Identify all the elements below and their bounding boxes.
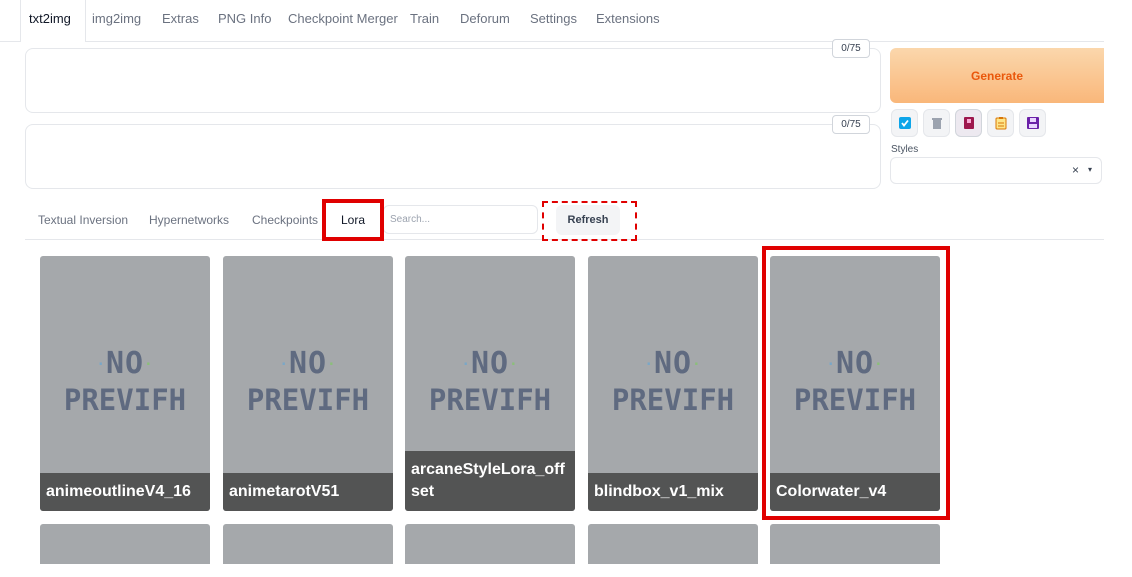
tab-txt2img[interactable]: txt2img — [20, 0, 86, 42]
lora-card[interactable]: ·NO· PREVIFH Colorwater_v4 — [770, 256, 940, 511]
styles-label: Styles — [891, 144, 919, 155]
tab-lora[interactable]: Lora — [341, 203, 365, 239]
lora-card[interactable]: ·NO· PREVIFH animeoutlineV4_16 — [40, 256, 210, 511]
apply-styles-button[interactable] — [987, 109, 1014, 137]
card-name: Colorwater_v4 — [770, 473, 940, 511]
card-name: blindbox_v1_mix — [588, 473, 758, 511]
clear-prompt-button[interactable] — [923, 109, 950, 137]
show-extra-networks-icon — [964, 117, 974, 129]
tab-settings[interactable]: Settings — [530, 0, 577, 41]
tab-hypernetworks[interactable]: Hypernetworks — [149, 203, 229, 239]
tab-train[interactable]: Train — [410, 0, 439, 41]
lora-card[interactable]: ·NO· PREVIFH blindbox_v1_mix — [588, 256, 758, 511]
tab-img2img[interactable]: img2img — [92, 0, 141, 41]
prompt-token-counter: 0/75 — [832, 39, 870, 58]
negative-prompt-token-counter: 0/75 — [832, 115, 870, 134]
tab-deforum[interactable]: Deforum — [460, 0, 510, 41]
tab-checkpoints[interactable]: Checkpoints — [252, 203, 318, 239]
save-icon — [1027, 117, 1039, 129]
negative-prompt-input[interactable] — [25, 124, 881, 189]
styles-dropdown[interactable]: × ▾ — [890, 157, 1102, 184]
tab-extensions[interactable]: Extensions — [596, 0, 660, 41]
no-preview-image: ·NO· PREVIFH — [428, 346, 552, 417]
prompt-input[interactable] — [25, 48, 881, 113]
refresh-button[interactable]: Refresh — [556, 205, 620, 235]
top-tab-bar: txt2img img2img Extras PNG Info Checkpoi… — [0, 0, 1104, 42]
generate-button[interactable]: Generate — [890, 48, 1104, 103]
tab-checkpoint-merger[interactable]: Checkpoint Merger — [288, 0, 398, 41]
tab-png-info[interactable]: PNG Info — [218, 0, 271, 41]
no-preview-image: ·NO· PREVIFH — [611, 346, 735, 417]
lora-card[interactable] — [588, 524, 758, 564]
save-style-button[interactable] — [1019, 109, 1046, 137]
trash-icon — [932, 118, 942, 129]
card-name: animetarotV51 — [223, 473, 393, 511]
no-preview-image: ·NO· PREVIFH — [793, 346, 917, 417]
lora-card[interactable] — [770, 524, 940, 564]
checkbox-icon — [899, 117, 911, 129]
search-input[interactable] — [383, 205, 538, 234]
lora-card[interactable]: ·NO· PREVIFH animetarotV51 — [223, 256, 393, 511]
tab-extras[interactable]: Extras — [162, 0, 199, 41]
clipboard-icon — [995, 117, 1007, 130]
lora-card[interactable] — [223, 524, 393, 564]
clear-icon[interactable]: × — [1072, 163, 1079, 177]
card-name: arcaneStyleLora_offset — [405, 451, 575, 511]
no-preview-image: ·NO· PREVIFH — [63, 346, 187, 417]
lora-card[interactable]: ·NO· PREVIFH arcaneStyleLora_offset — [405, 256, 575, 511]
lora-card[interactable] — [40, 524, 210, 564]
no-preview-image: ·NO· PREVIFH — [246, 346, 370, 417]
card-name: animeoutlineV4_16 — [40, 473, 210, 511]
checkbox-button[interactable] — [891, 109, 918, 137]
chevron-down-icon[interactable]: ▾ — [1088, 165, 1092, 174]
lora-card[interactable] — [405, 524, 575, 564]
tab-textual-inversion[interactable]: Textual Inversion — [38, 203, 128, 239]
show-extra-networks-button[interactable] — [955, 109, 982, 137]
